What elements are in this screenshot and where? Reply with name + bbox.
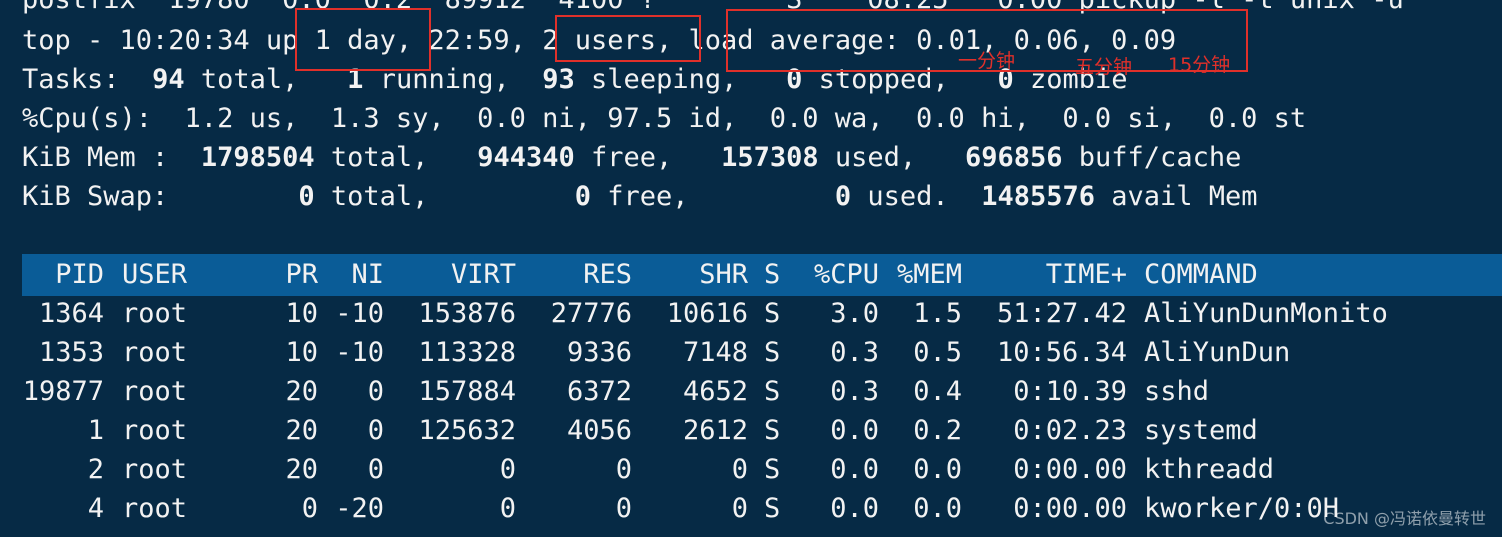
cell-time: 0:00.00 [1013, 454, 1127, 485]
cell-time: 51:27.42 [996, 298, 1127, 329]
cell-command: kthreadd [1144, 454, 1275, 485]
cpu-line: %Cpu(s): 1.2 us, 1.3 sy, 0.0 ni, 97.5 id… [22, 103, 1307, 134]
fifteen-minute-label: 15分钟 [1168, 54, 1231, 76]
swap-used-label: used. [867, 181, 949, 212]
mem-label: KiB Mem : [22, 142, 169, 173]
swap-avail-label: avail Mem [1111, 181, 1258, 212]
process-table-header-row: PID USER PR NI VIRT RES SHR S %CPU %MEM TIME+ COMMA… [22, 255, 1502, 294]
cell-time: 0:02.23 [1013, 415, 1127, 446]
tasks-label: Tasks: [22, 64, 120, 95]
cell-command: systemd [1144, 415, 1258, 446]
tasks-total-label: total, [200, 64, 299, 95]
swap-line: KiB Swap: 0 total, 0 free, 0 used. 14855… [22, 177, 1258, 216]
mem-buff: 696856 [964, 142, 1063, 173]
tasks-sleeping-label: sleeping, [591, 64, 738, 95]
table-row: 1353 root 10 -10 113328 9336 7148 S 0.3 0.5 10:56.… [22, 333, 1502, 372]
cell-time: 10:56.34 [996, 337, 1127, 368]
uptime-annotation-box [295, 8, 431, 71]
five-minute-label: 五分钟 [1075, 56, 1133, 78]
mem-line: KiB Mem : 1798504 total, 944340 free, 15… [22, 138, 1241, 177]
swap-used: 0 [834, 181, 852, 212]
tasks-total: 94 [152, 64, 185, 95]
swap-total-label: total, [330, 181, 429, 212]
cell-command: kworker/0:0H [1144, 493, 1340, 524]
mem-free-label: free, [591, 142, 673, 173]
swap-free-label: free, [607, 181, 689, 212]
swap-avail: 1485576 [981, 181, 1095, 212]
column-header-time: TIME+ [1045, 259, 1127, 290]
mem-total: 1798504 [200, 142, 315, 173]
table-row: 19877 root 20 0 157884 6372 4652 S 0.3 0.4 0:10.39… [22, 372, 1502, 411]
mem-used-label: used, [834, 142, 917, 173]
swap-label: KiB Swap: [22, 181, 169, 212]
tasks-sleeping: 93 [542, 64, 575, 95]
mem-free: 944340 [477, 142, 575, 173]
swap-free: 0 [574, 181, 592, 212]
table-row: 1364 root 10 -10 153876 27776 10616 S 3.0 1.5 51:2… [22, 294, 1502, 333]
table-row: 2 root 20 0 0 0 0 S 0.0 0.0 0:00.00 kthreadd [22, 450, 1502, 489]
table-row: 1 root 20 0 125632 4056 2612 S 0.0 0.2 0:02.23 syst… [22, 411, 1502, 450]
column-header-command: COMMAND [1144, 259, 1258, 290]
cell-command: AliYunDun [1144, 337, 1291, 368]
cell-time: 0:00.00 [1013, 493, 1127, 524]
cell-command: AliYunDunMonito [1144, 298, 1388, 329]
uptime-time: 22:59, [412, 25, 543, 56]
cell-time: 0:10.39 [1013, 376, 1127, 407]
mem-total-label: total, [330, 142, 429, 173]
users-annotation-box [555, 15, 701, 62]
watermark: CSDN @冯诺依曼转世 [1323, 509, 1486, 528]
top-prefix: top - 10:20:34 up [22, 25, 315, 56]
one-minute-label: 一分钟 [958, 50, 1016, 72]
cell-command: sshd [1144, 376, 1210, 407]
mem-used: 157308 [721, 142, 819, 173]
mem-buff-label: buff/cache [1078, 142, 1242, 173]
table-row: 4 root 0 -20 0 0 0 S 0.0 0.0 0:00.00 kworker/0:0H [22, 489, 1502, 528]
swap-total: 0 [298, 181, 315, 212]
